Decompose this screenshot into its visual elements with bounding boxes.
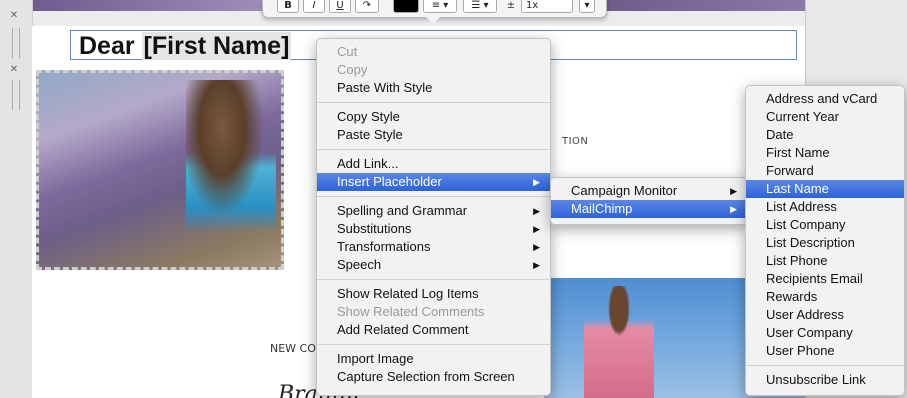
- submenu-arrow-icon: ▶: [533, 260, 540, 270]
- bold-button[interactable]: B: [277, 0, 299, 13]
- menu-item-forward[interactable]: Forward: [746, 162, 904, 180]
- menu-item-add-link[interactable]: Add Link...: [317, 155, 550, 173]
- menu-item-show-related-log-items[interactable]: Show Related Log Items: [317, 285, 550, 303]
- menu-item-cut: Cut: [337, 44, 358, 59]
- menu-item-user-company[interactable]: User Company: [746, 324, 904, 342]
- link-icon[interactable]: ↷: [355, 0, 379, 13]
- format-toolbar: B I U ↷ ≡ ▾ ☰ ▾ ± 1x ▾: [262, 0, 607, 18]
- menu-item-transformations[interactable]: Transformations ▶: [317, 238, 550, 256]
- collection-heading: TION: [562, 136, 589, 147]
- menu-item-list-address[interactable]: List Address: [746, 198, 904, 216]
- submenu-arrow-icon: ▶: [533, 206, 540, 216]
- menu-item-list-company[interactable]: List Company: [746, 216, 904, 234]
- menu-item-show-related-comments: Show Related Comments: [337, 304, 485, 319]
- mailchimp-label: MailChimp: [571, 201, 633, 216]
- italic-button[interactable]: I: [303, 0, 325, 13]
- greeting-label: Dear: [79, 32, 142, 60]
- context-menu: Cut Copy Paste With Style Copy Style Pas…: [316, 38, 551, 396]
- campaign-monitor-label: Campaign Monitor: [571, 183, 678, 198]
- menu-separator: [317, 344, 550, 345]
- menu-item-insert-placeholder[interactable]: Insert Placeholder ▶: [317, 173, 550, 191]
- photo-woman: [584, 286, 654, 398]
- menu-separator: [317, 196, 550, 197]
- menu-item-speech[interactable]: Speech ▶: [317, 256, 550, 274]
- spelling-grammar-label: Spelling and Grammar: [337, 203, 468, 218]
- first-name-placeholder[interactable]: [First Name]: [141, 32, 292, 60]
- substitutions-label: Substitutions: [337, 221, 412, 236]
- menu-item-spelling-grammar[interactable]: Spelling and Grammar ▶: [317, 202, 550, 220]
- new-collection-text: NEW CO: [270, 342, 316, 355]
- menu-item-address-vcard[interactable]: Address and vCard: [746, 90, 904, 108]
- menu-item-first-name[interactable]: First Name: [746, 144, 904, 162]
- submenu-arrow-icon: ▶: [730, 186, 737, 196]
- menu-separator: [317, 149, 550, 150]
- menu-item-paste-style[interactable]: Paste Style: [317, 126, 550, 144]
- submenu-arrow-icon: ▶: [533, 177, 540, 187]
- menu-separator: [317, 279, 550, 280]
- menu-item-user-address[interactable]: User Address: [746, 306, 904, 324]
- menu-item-copy: Copy: [337, 62, 368, 77]
- close-icon[interactable]: ✕: [8, 64, 20, 76]
- transformations-label: Transformations: [337, 239, 431, 254]
- submenu-arrow-icon: ▶: [730, 204, 737, 214]
- editor-canvas: ✕ ✕ Dear [First Name] TION NEW CO Branin…: [0, 0, 907, 398]
- menu-item-current-year[interactable]: Current Year: [746, 108, 904, 126]
- insert-placeholder-label: Insert Placeholder: [337, 174, 442, 189]
- submenu-arrow-icon: ▶: [533, 242, 540, 252]
- speech-label: Speech: [337, 257, 382, 272]
- list-icon[interactable]: ☰ ▾: [463, 0, 497, 13]
- menu-item-campaign-monitor[interactable]: Campaign Monitor ▶: [551, 182, 747, 200]
- menu-item-unsubscribe-link[interactable]: Unsubscribe Link: [746, 371, 904, 389]
- menu-item-last-name[interactable]: Last Name: [746, 180, 904, 198]
- placeholder-submenu: Campaign Monitor ▶ MailChimp ▶: [550, 177, 748, 225]
- mailchimp-submenu: Address and vCard Current Year Date Firs…: [745, 85, 905, 396]
- menu-item-list-description[interactable]: List Description: [746, 234, 904, 252]
- menu-item-import-image[interactable]: Import Image: [317, 350, 550, 368]
- left-gutter: ✕ ✕: [0, 0, 33, 398]
- drag-handle-icon[interactable]: [12, 28, 20, 58]
- close-icon[interactable]: ✕: [8, 10, 20, 22]
- menu-item-user-phone[interactable]: User Phone: [746, 342, 904, 360]
- menu-item-copy-style[interactable]: Copy Style: [317, 108, 550, 126]
- menu-item-substitutions[interactable]: Substitutions ▶: [317, 220, 550, 238]
- drag-handle-icon[interactable]: [12, 80, 20, 110]
- menu-item-mailchimp[interactable]: MailChimp ▶: [551, 200, 747, 218]
- line-spacing-icon: ±: [506, 0, 516, 11]
- menu-item-recipients-email[interactable]: Recipients Email: [746, 270, 904, 288]
- toolbar-pointer: [426, 17, 440, 24]
- greeting-text: Dear [First Name]: [79, 32, 292, 61]
- align-icon[interactable]: ≡ ▾: [423, 0, 457, 13]
- menu-item-date[interactable]: Date: [746, 126, 904, 144]
- menu-item-paste-with-style[interactable]: Paste With Style: [317, 79, 550, 97]
- menu-item-list-phone[interactable]: List Phone: [746, 252, 904, 270]
- image-drop-zone: [36, 70, 284, 270]
- menu-item-add-related-comment[interactable]: Add Related Comment: [317, 321, 550, 339]
- submenu-arrow-icon: ▶: [533, 224, 540, 234]
- menu-separator: [317, 102, 550, 103]
- underline-button[interactable]: U: [329, 0, 351, 13]
- menu-item-capture-selection[interactable]: Capture Selection from Screen: [317, 368, 550, 386]
- chevron-down-icon[interactable]: ▾: [579, 0, 595, 13]
- menu-item-rewards[interactable]: Rewards: [746, 288, 904, 306]
- line-spacing-select[interactable]: 1x: [521, 0, 573, 13]
- menu-separator: [746, 365, 904, 366]
- text-color-swatch[interactable]: [393, 0, 419, 13]
